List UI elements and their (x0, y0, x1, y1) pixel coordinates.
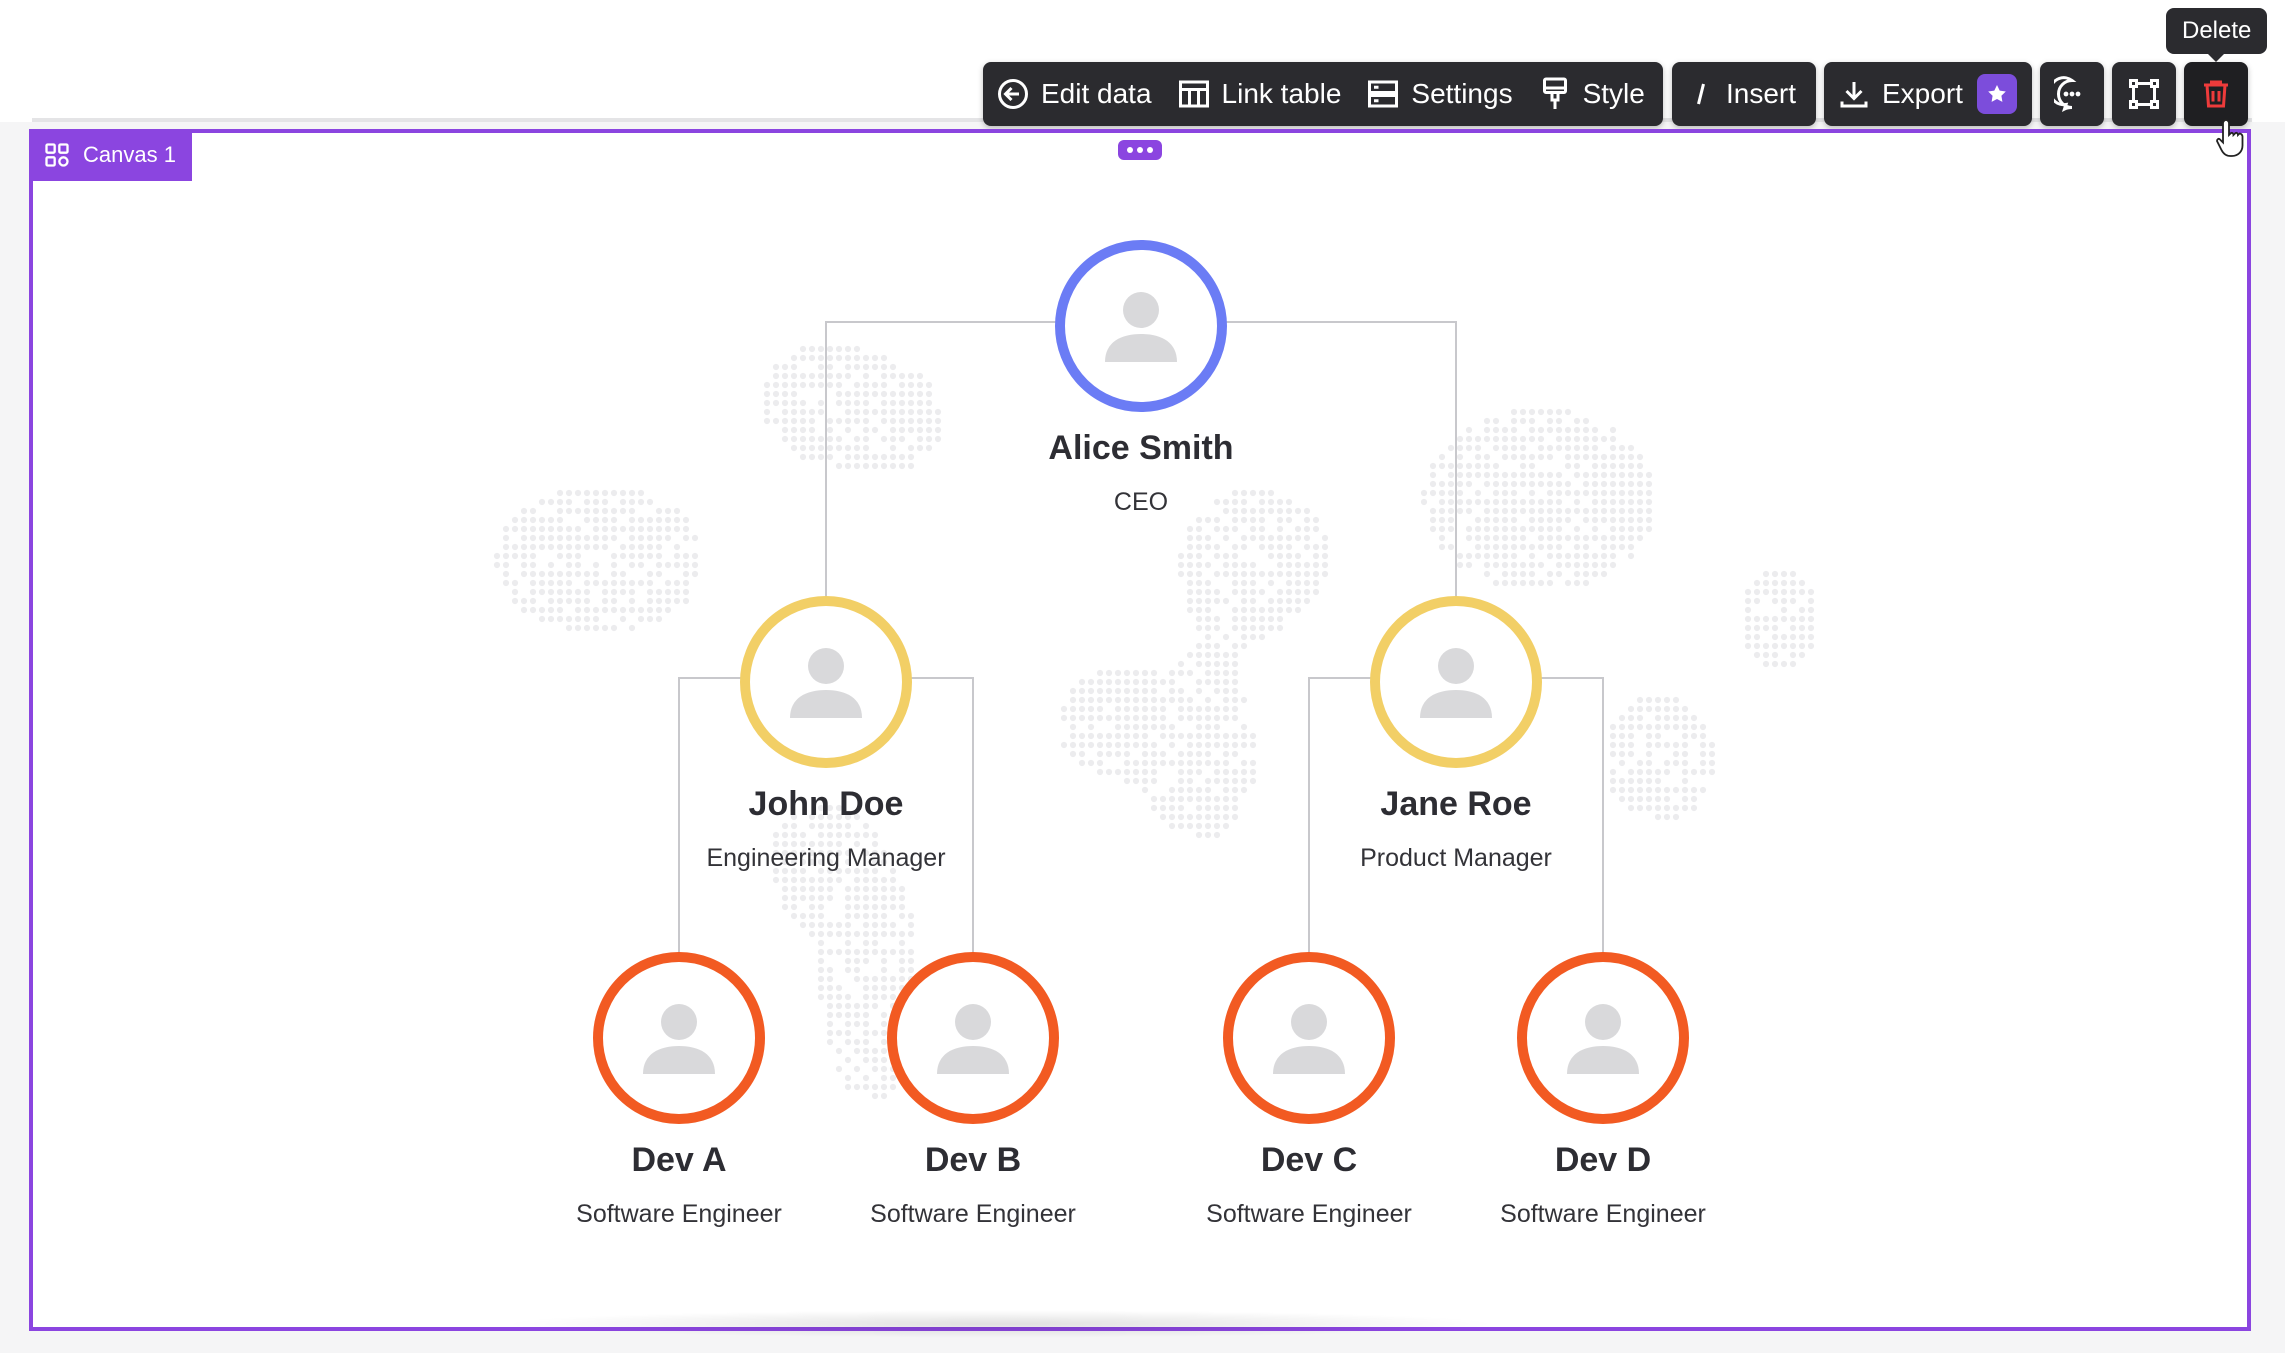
org-node-engineer[interactable]: Dev D Software Engineer (1403, 952, 1803, 1230)
node-name: Dev D (1554, 1141, 1652, 1179)
avatar (593, 952, 765, 1124)
grid-shapes-icon (45, 143, 69, 167)
person-icon (1420, 648, 1492, 718)
avatar (1223, 952, 1395, 1124)
avatar (1370, 596, 1542, 768)
person-icon (1105, 292, 1177, 362)
org-node-manager[interactable]: Jane Roe Product Manager (1256, 596, 1656, 874)
node-title: Software Engineer (1500, 1200, 1706, 1228)
node-title: Engineering Manager (706, 844, 946, 872)
node-title: Product Manager (1360, 844, 1552, 872)
node-name: Jane Roe (1380, 785, 1532, 823)
canvas-bottom-shadow (500, 1310, 1500, 1338)
org-node-ceo[interactable]: Alice Smith CEO (941, 240, 1341, 518)
canvas-drag-handle[interactable] (1118, 140, 1162, 160)
person-icon (643, 1004, 715, 1074)
person-icon (790, 648, 862, 718)
avatar (1055, 240, 1227, 412)
person-icon (1273, 1004, 1345, 1074)
avatar (887, 952, 1059, 1124)
canvas-label: Canvas 1 (83, 142, 176, 167)
hand-cursor-icon (2216, 119, 2244, 157)
canvas-tag[interactable]: Canvas 1 (29, 129, 192, 181)
node-title: CEO (1113, 488, 1169, 516)
node-name: Alice Smith (1048, 429, 1234, 467)
person-icon (937, 1004, 1009, 1074)
org-node-manager[interactable]: John Doe Engineering Manager (626, 596, 1026, 874)
avatar (740, 596, 912, 768)
node-name: John Doe (748, 785, 904, 823)
avatar (1517, 952, 1689, 1124)
person-icon (1567, 1004, 1639, 1074)
